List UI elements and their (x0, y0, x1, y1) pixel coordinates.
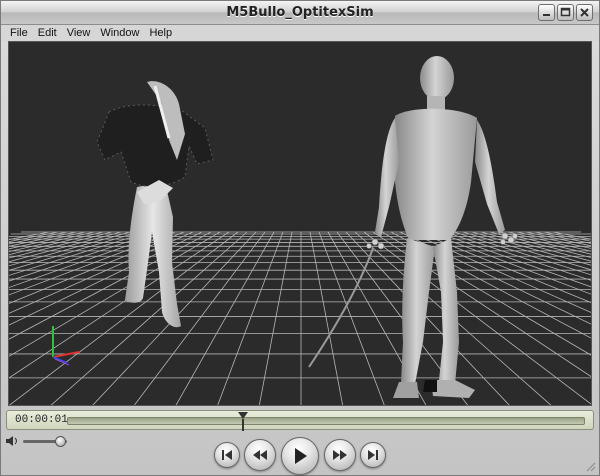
minimize-icon (543, 14, 550, 16)
menu-window[interactable]: Window (95, 27, 144, 39)
volume-slider[interactable] (23, 435, 67, 447)
volume-control (5, 435, 67, 447)
rewind-button[interactable] (244, 439, 276, 471)
menu-view[interactable]: View (62, 27, 96, 39)
resize-grip-icon[interactable] (584, 460, 596, 472)
volume-knob[interactable] (55, 435, 67, 447)
speaker-icon (6, 436, 17, 446)
go-to-start-button[interactable] (214, 442, 240, 468)
fast-forward-icon (333, 450, 347, 460)
controls-bar (1, 431, 599, 475)
maximize-button[interactable] (557, 4, 574, 21)
maximize-icon (560, 7, 571, 17)
close-icon (580, 8, 589, 17)
go-to-end-icon (368, 450, 378, 460)
playhead-handle[interactable] (238, 412, 249, 431)
menu-bar: File Edit View Window Help (1, 25, 599, 41)
play-icon (295, 448, 307, 464)
go-to-end-button[interactable] (360, 442, 386, 468)
transport-controls (214, 437, 386, 475)
play-button[interactable] (281, 437, 319, 475)
minimize-button[interactable] (538, 4, 555, 21)
menu-edit[interactable]: Edit (33, 27, 62, 39)
go-to-start-icon (222, 450, 232, 460)
menu-help[interactable]: Help (144, 27, 177, 39)
fast-forward-button[interactable] (324, 439, 356, 471)
timeline-bar: 00:00:01 (6, 410, 594, 431)
window-title: M5Bullo_OptitexSim (226, 5, 374, 20)
window-controls (538, 4, 593, 21)
title-bar[interactable]: M5Bullo_OptitexSim (1, 1, 599, 25)
timecode: 00:00:01 (15, 414, 68, 426)
close-button[interactable] (576, 4, 593, 21)
menu-file[interactable]: File (5, 27, 33, 39)
scene-render (9, 42, 591, 405)
player-window: M5Bullo_OptitexSim File Edit View Window… (0, 0, 600, 476)
3d-viewport[interactable] (8, 41, 592, 406)
scrub-track[interactable] (67, 412, 585, 431)
rewind-icon (253, 450, 267, 460)
